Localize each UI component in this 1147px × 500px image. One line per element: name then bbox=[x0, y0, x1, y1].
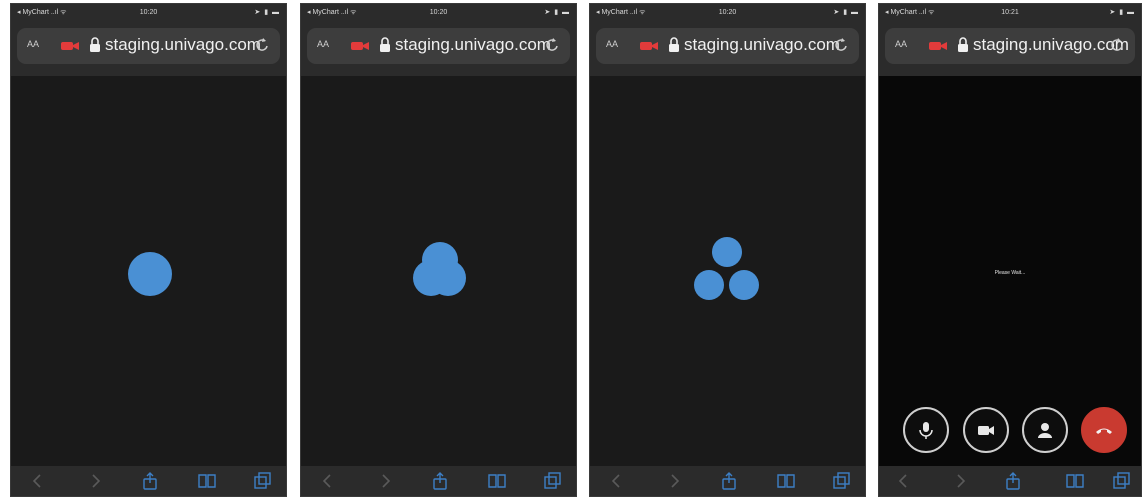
text-size-button[interactable]: AA bbox=[895, 39, 907, 49]
carrier-label: ◂ MyChart ..ıl ᯤ bbox=[596, 9, 646, 16]
forward-arrow-icon[interactable] bbox=[376, 472, 394, 490]
back-arrow-icon[interactable] bbox=[608, 472, 626, 490]
participant-button[interactable] bbox=[1022, 407, 1068, 453]
share-icon[interactable] bbox=[1004, 472, 1022, 490]
microphone-button[interactable] bbox=[903, 407, 949, 453]
forward-arrow-icon[interactable] bbox=[86, 472, 104, 490]
url-domain: staging.univago.com bbox=[973, 35, 1129, 54]
url-field[interactable]: AA staging.univago.com bbox=[17, 28, 280, 64]
phone-screen-2: ◂ MyChart ..ıl ᯤ 10:20 ➤ ▮ ▬ AA staging.… bbox=[300, 3, 577, 497]
url-field[interactable]: AA staging.univago.com bbox=[596, 28, 859, 64]
back-arrow-icon[interactable] bbox=[319, 472, 337, 490]
back-arrow-icon[interactable] bbox=[895, 472, 913, 490]
status-time: 10:20 bbox=[429, 9, 448, 16]
share-icon[interactable] bbox=[431, 472, 449, 490]
browser-address-bar: AA staging.univago.com bbox=[590, 22, 865, 76]
status-indicators: ➤ ▮ ▬ bbox=[254, 9, 280, 16]
status-indicators: ➤ ▮ ▬ bbox=[833, 9, 859, 16]
url-domain: staging.univago.com bbox=[395, 35, 551, 54]
carrier-label: ◂ MyChart ..ıl ᯤ bbox=[307, 9, 357, 16]
video-camera-icon bbox=[978, 426, 994, 435]
camera-button[interactable] bbox=[963, 407, 1009, 453]
url-domain: staging.univago.com bbox=[684, 35, 840, 54]
loading-dot-left bbox=[694, 270, 724, 300]
lock-icon bbox=[669, 37, 679, 52]
reload-icon[interactable] bbox=[833, 36, 849, 54]
hang-up-icon bbox=[1096, 428, 1112, 434]
browser-address-bar: AA staging.univago.com bbox=[11, 22, 286, 76]
phone-screen-3: ◂ MyChart ..ıl ᯤ 10:20 ➤ ▮ ▬ AA staging.… bbox=[589, 3, 866, 497]
lock-icon bbox=[958, 37, 968, 52]
page-content bbox=[590, 76, 865, 466]
reload-icon[interactable] bbox=[254, 36, 270, 54]
loading-dot-top bbox=[712, 237, 742, 267]
call-status-text: Please Wait... bbox=[994, 270, 1026, 276]
camera-recording-icon bbox=[929, 42, 947, 50]
microphone-icon bbox=[919, 422, 933, 439]
forward-arrow-icon[interactable] bbox=[665, 472, 683, 490]
status-time: 10:20 bbox=[718, 9, 737, 16]
bookmarks-icon[interactable] bbox=[198, 472, 216, 490]
forward-arrow-icon[interactable] bbox=[951, 472, 969, 490]
carrier-label: ◂ MyChart ..ıl ᯤ bbox=[885, 9, 935, 16]
status-indicators: ➤ ▮ ▬ bbox=[544, 9, 570, 16]
camera-recording-icon bbox=[351, 42, 369, 50]
bookmarks-icon[interactable] bbox=[1066, 472, 1084, 490]
browser-toolbar bbox=[590, 466, 865, 496]
status-bar: ◂ MyChart ..ıl ᯤ 10:21 ➤ ▮ ▬ bbox=[879, 4, 1141, 22]
loading-dot bbox=[128, 252, 172, 296]
text-size-button[interactable]: AA bbox=[27, 39, 39, 49]
tabs-icon[interactable] bbox=[254, 472, 272, 490]
video-call-area: Please Wait... bbox=[879, 76, 1141, 466]
url-field[interactable]: AA staging.univago.com bbox=[307, 28, 570, 64]
browser-toolbar bbox=[879, 466, 1141, 496]
camera-recording-icon bbox=[640, 42, 658, 50]
carrier-label: ◂ MyChart ..ıl ᯤ bbox=[17, 9, 67, 16]
bookmarks-icon[interactable] bbox=[777, 472, 795, 490]
loading-dot-right bbox=[729, 270, 759, 300]
tabs-icon[interactable] bbox=[833, 472, 851, 490]
browser-address-bar: AA staging.univago.com bbox=[879, 22, 1141, 76]
text-size-button[interactable]: AA bbox=[606, 39, 618, 49]
browser-toolbar bbox=[301, 466, 576, 496]
person-icon bbox=[1038, 423, 1052, 438]
tabs-icon[interactable] bbox=[544, 472, 562, 490]
end-call-button[interactable] bbox=[1081, 407, 1127, 453]
url-domain: staging.univago.com bbox=[105, 35, 261, 54]
status-bar: ◂ MyChart ..ıl ᯤ 10:20 ➤ ▮ ▬ bbox=[590, 4, 865, 22]
status-bar: ◂ MyChart ..ıl ᯤ 10:20 ➤ ▮ ▬ bbox=[301, 4, 576, 22]
url-field[interactable]: AA staging.univago.com bbox=[885, 28, 1135, 64]
phone-screen-4: ◂ MyChart ..ıl ᯤ 10:21 ➤ ▮ ▬ AA staging.… bbox=[878, 3, 1142, 497]
status-indicators: ➤ ▮ ▬ bbox=[1109, 9, 1135, 16]
lock-icon bbox=[380, 37, 390, 52]
share-icon[interactable] bbox=[141, 472, 159, 490]
text-size-button[interactable]: AA bbox=[317, 39, 329, 49]
browser-address-bar: AA staging.univago.com bbox=[301, 22, 576, 76]
bookmarks-icon[interactable] bbox=[488, 472, 506, 490]
browser-toolbar bbox=[11, 466, 286, 496]
phone-screen-1: ◂ MyChart ..ıl ᯤ 10:20 ➤ ▮ ▬ AA staging.… bbox=[10, 3, 287, 497]
back-arrow-icon[interactable] bbox=[29, 472, 47, 490]
camera-recording-icon bbox=[61, 42, 79, 50]
status-bar: ◂ MyChart ..ıl ᯤ 10:20 ➤ ▮ ▬ bbox=[11, 4, 286, 22]
page-content bbox=[301, 76, 576, 466]
loading-dot-right bbox=[430, 260, 466, 296]
share-icon[interactable] bbox=[720, 472, 738, 490]
status-time: 10:21 bbox=[1001, 9, 1019, 16]
lock-icon bbox=[90, 37, 100, 52]
tabs-icon[interactable] bbox=[1113, 472, 1131, 490]
reload-icon[interactable] bbox=[544, 36, 560, 54]
status-time: 10:20 bbox=[139, 9, 158, 16]
reload-icon[interactable] bbox=[1109, 36, 1125, 54]
page-content bbox=[11, 76, 286, 466]
